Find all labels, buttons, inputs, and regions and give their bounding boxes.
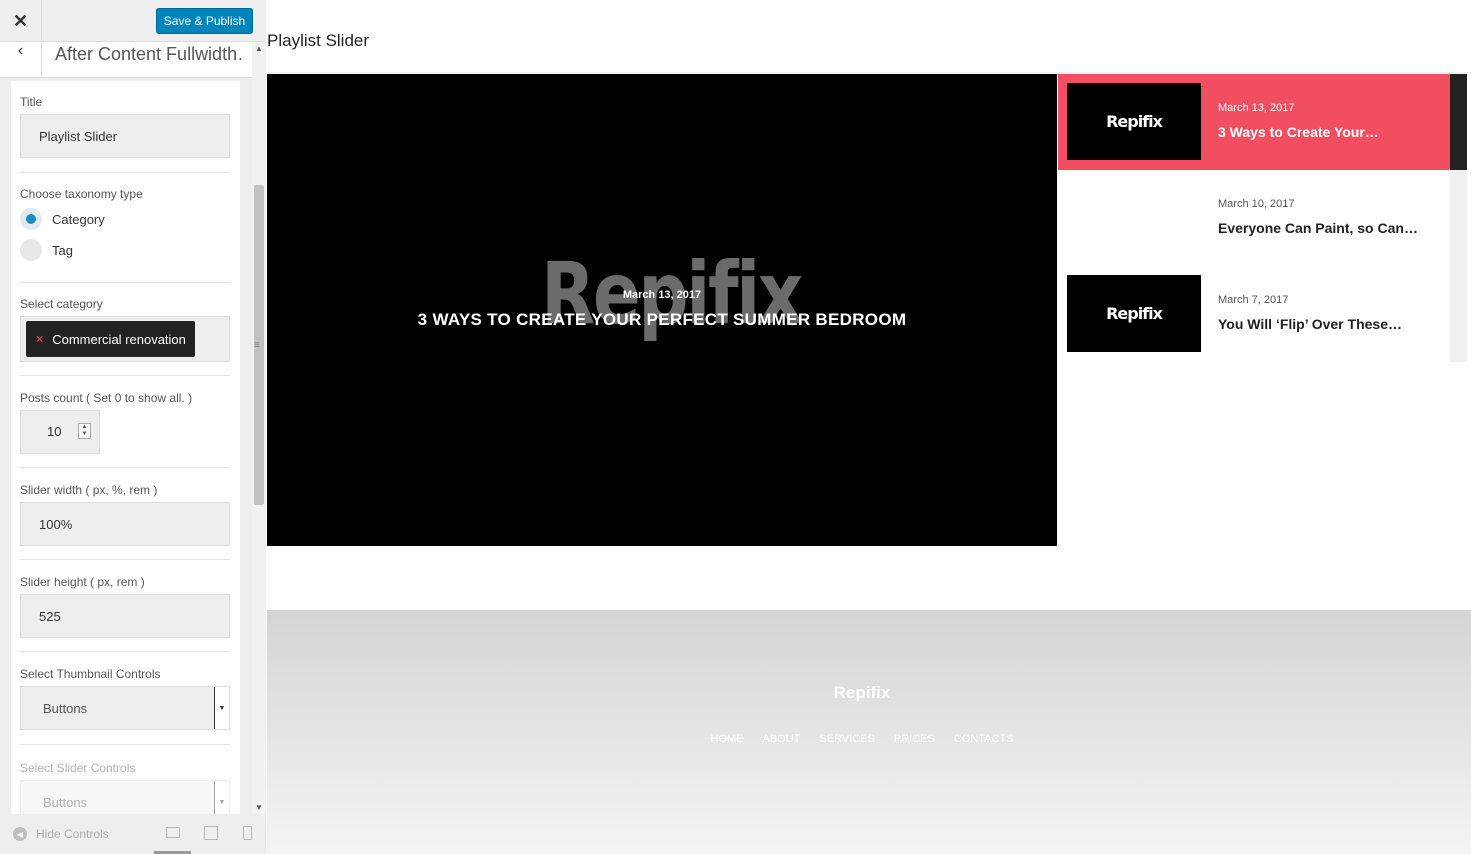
footer-brand[interactable]: Repifix [267, 683, 1457, 703]
category-label: Select category [20, 297, 103, 311]
footer-nav-prices[interactable]: PRICES [894, 733, 935, 745]
playlist-item[interactable]: Repifix March 7, 2017 You Will ‘Flip’ Ov… [1058, 266, 1450, 362]
title-label: Title [20, 95, 43, 109]
footer-nav-about[interactable]: ABOUT [763, 733, 801, 745]
slider-controls-field: Select Slider Controls Buttons ▼ [20, 761, 230, 814]
desktop-icon[interactable] [166, 827, 180, 838]
chip-label: Commercial renovation [52, 331, 186, 347]
posts-count-input[interactable]: 10 ▲ ▼ [20, 410, 100, 454]
section-header: ‹ After Content Fullwidth… [0, 42, 252, 78]
title-input[interactable]: Playlist Slider [20, 114, 230, 158]
radio-tag[interactable]: Tag [20, 239, 230, 261]
playlist-item[interactable]: March 10, 2017 Everyone Can Paint, so Ca… [1058, 170, 1450, 266]
footer-nav-home[interactable]: HOME [711, 733, 744, 745]
radio-category[interactable]: Category [20, 208, 230, 230]
playlist-thumb: Repifix [1067, 83, 1201, 160]
slider-controls-label: Select Slider Controls [20, 761, 136, 775]
slider-height-field: Slider height ( px, rem ) 525 [20, 575, 230, 638]
site-preview: Playlist Slider Repifix March 13, 2017 3… [267, 0, 1471, 854]
scroll-down-icon[interactable]: ▼ [255, 803, 263, 812]
radio-button-checked[interactable] [20, 208, 42, 230]
divider [20, 172, 230, 173]
save-publish-button[interactable]: Save & Publish [156, 8, 253, 34]
chevron-down-icon[interactable]: ▼ [214, 781, 229, 814]
playlist-scrollbar[interactable] [1450, 74, 1467, 362]
slider-height-input[interactable]: 525 [20, 594, 230, 638]
slider-width-field: Slider width ( px, %, rem ) 100% [20, 483, 230, 546]
divider [20, 282, 230, 283]
divider [20, 467, 230, 468]
footer-nav-services[interactable]: SERVICES [819, 733, 874, 745]
scrollbar-thumb[interactable] [1450, 74, 1467, 170]
posts-count-field: Posts count ( Set 0 to show all. ) 10 ▲ ▼ [20, 391, 230, 454]
playlist: Repifix March 13, 2017 3 Ways to Create … [1058, 74, 1450, 362]
tablet-icon[interactable] [204, 826, 218, 840]
slider-controls-value: Buttons [43, 794, 88, 810]
site-footer: Repifix HOME ABOUT SERVICES PRICES CONTA… [267, 610, 1471, 854]
sidebar-footer: ◀ Hide Controls [0, 814, 266, 854]
category-field: Select category ✕ Commercial renovation [20, 297, 230, 362]
divider [20, 375, 230, 376]
slider-width-input[interactable]: 100% [20, 502, 230, 546]
playlist-title[interactable]: Everyone Can Paint, so Can… [1218, 220, 1418, 236]
slider-height-label: Slider height ( px, rem ) [20, 575, 145, 589]
taxonomy-field: Choose taxonomy type Category Tag [20, 187, 230, 261]
posts-count-label: Posts count ( Set 0 to show all. ) [20, 391, 193, 405]
sidebar-scrollbar[interactable]: ▲ ▼ [252, 42, 266, 814]
playlist-thumb [1067, 179, 1201, 256]
category-select[interactable]: ✕ Commercial renovation [20, 316, 230, 362]
radio-label-category: Category [52, 211, 105, 227]
widget-title: Playlist Slider [267, 31, 370, 50]
footer-nav: HOME ABOUT SERVICES PRICES CONTACTS [267, 733, 1457, 745]
category-chip: ✕ Commercial renovation [26, 321, 195, 357]
slide-date: March 13, 2017 [622, 289, 702, 301]
thumb-controls-field: Select Thumbnail Controls Buttons ▼ [20, 667, 230, 730]
close-icon[interactable]: ✕ [0, 0, 42, 42]
divider [20, 559, 230, 560]
back-icon[interactable]: ‹ [0, 42, 42, 78]
hide-controls-label: Hide Controls [36, 827, 109, 841]
widget-form: Title Playlist Slider Choose taxonomy ty… [11, 81, 240, 814]
spinner-icon[interactable]: ▲ ▼ [78, 423, 91, 439]
resize-grip-icon[interactable]: ≡ [254, 340, 260, 351]
playlist-date: March 13, 2017 [1218, 102, 1295, 114]
playlist-thumb: Repifix [1067, 275, 1201, 352]
playlist-title[interactable]: 3 Ways to Create Your… [1218, 124, 1379, 140]
playlist-date: March 7, 2017 [1218, 294, 1289, 306]
mobile-icon[interactable] [243, 826, 252, 840]
slide-title[interactable]: 3 WAYS TO CREATE YOUR PERFECT SUMMER BED… [267, 310, 1057, 330]
thumb-controls-select[interactable]: Buttons ▼ [20, 686, 230, 730]
arrow-left-icon: ◀ [13, 827, 27, 841]
radio-button[interactable] [20, 239, 42, 261]
slider-width-label: Slider width ( px, %, rem ) [20, 483, 158, 497]
thumb-controls-label: Select Thumbnail Controls [20, 667, 161, 681]
playlist-title[interactable]: You Will ‘Flip’ Over These… [1218, 316, 1402, 332]
customizer-sidebar: ✕ Save & Publish ‹ After Content Fullwid… [0, 0, 266, 854]
section-title: After Content Fullwidth… [55, 44, 245, 64]
chevron-down-icon[interactable]: ▼ [214, 687, 229, 729]
footer-nav-contacts[interactable]: CONTACTS [954, 733, 1014, 745]
divider [20, 744, 230, 745]
sidebar-topbar: ✕ Save & Publish [0, 0, 266, 42]
radio-label-tag: Tag [52, 242, 73, 258]
divider [20, 651, 230, 652]
playlist-item[interactable]: Repifix March 13, 2017 3 Ways to Create … [1058, 74, 1450, 170]
playlist-date: March 10, 2017 [1218, 198, 1295, 210]
hide-controls-button[interactable]: ◀ Hide Controls [13, 827, 109, 841]
slider-controls-select[interactable]: Buttons ▼ [20, 780, 230, 814]
posts-count-value: 10 [47, 424, 62, 439]
remove-icon[interactable]: ✕ [35, 333, 44, 346]
title-field: Title Playlist Slider [20, 95, 230, 158]
taxonomy-label: Choose taxonomy type [20, 187, 143, 201]
main-slide[interactable]: Repifix March 13, 2017 3 WAYS TO CREATE … [267, 74, 1057, 546]
scroll-up-icon[interactable]: ▲ [255, 44, 263, 53]
thumb-controls-value: Buttons [43, 700, 88, 716]
